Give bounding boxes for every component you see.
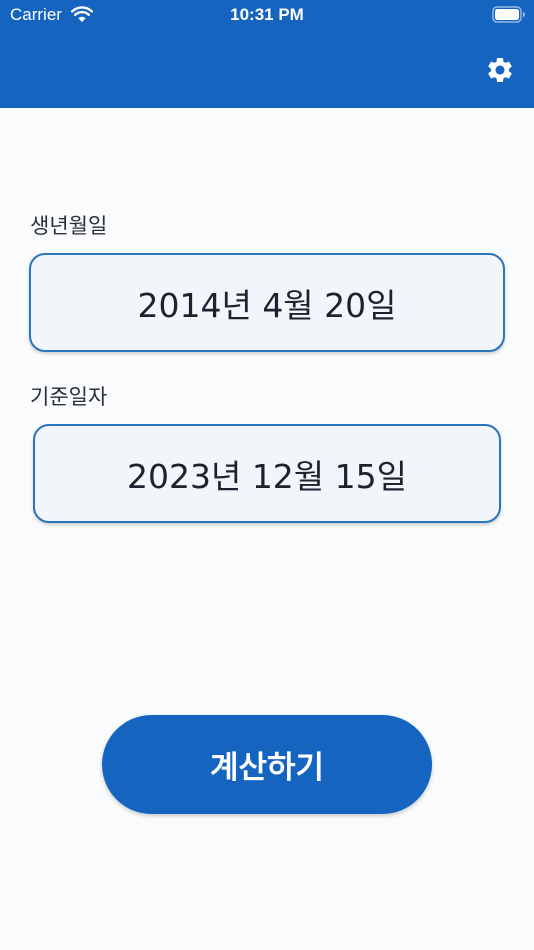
gear-icon (488, 58, 512, 82)
battery-full-icon (492, 6, 525, 23)
status-time: 10:31 PM (230, 5, 304, 24)
birth-date-field[interactable]: 2014년 4월 20일 (29, 253, 505, 352)
app-bar: Carrier 10:31 PM (0, 0, 534, 108)
calculate-button[interactable]: 계산하기 (102, 715, 432, 814)
birth-date-label: 생년월일 (30, 214, 108, 238)
reference-date-label: 기준일자 (30, 385, 108, 409)
reference-date-field[interactable]: 2023년 12월 15일 (33, 424, 501, 523)
settings-button[interactable] (480, 50, 520, 90)
reference-date-value: 2023년 12월 15일 (126, 456, 408, 496)
birth-date-value: 2014년 4월 20일 (137, 285, 397, 325)
calculate-button-label: 계산하기 (209, 750, 325, 786)
